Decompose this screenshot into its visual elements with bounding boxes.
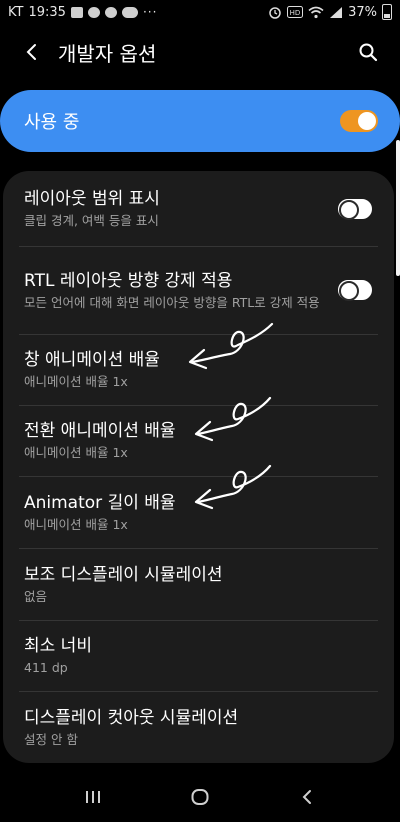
- setting-title: 창 애니메이션 배율: [24, 350, 160, 370]
- page-title: 개발자 옵션: [58, 41, 157, 66]
- master-switch-label: 사용 중: [24, 112, 80, 133]
- setting-subtitle: 411 dp: [24, 660, 68, 675]
- home-icon: [191, 789, 209, 805]
- nav-back-button[interactable]: [282, 777, 332, 817]
- news-icon: [121, 6, 138, 18]
- image-icon: [70, 6, 83, 18]
- clock: 19:35: [28, 4, 66, 20]
- navigation-bar: [0, 772, 400, 822]
- layout-bounds-toggle[interactable]: [338, 198, 372, 220]
- svg-text:HD: HD: [290, 9, 301, 17]
- setting-subtitle: 설정 안 함: [24, 731, 78, 747]
- talk-icon: [104, 6, 117, 18]
- setting-animator-duration-scale[interactable]: Animator 길이 배율 애니메이션 배율 1x: [3, 476, 394, 548]
- hd-icon: HD: [287, 6, 304, 18]
- messenger-icon: [87, 6, 100, 18]
- battery-percent: 37%: [348, 4, 377, 20]
- setting-title: 레이아웃 범위 표시: [24, 189, 160, 209]
- setting-subtitle: 없음: [24, 588, 48, 604]
- setting-title: 최소 너비: [24, 636, 92, 656]
- setting-title: RTL 레이아웃 방향 강제 적용: [24, 270, 233, 291]
- master-toggle[interactable]: [340, 110, 378, 132]
- setting-simulate-secondary-display[interactable]: 보조 디스플레이 시뮬레이션 없음: [3, 548, 394, 620]
- force-rtl-toggle[interactable]: [338, 280, 372, 301]
- battery-icon: [382, 4, 392, 20]
- setting-window-animation-scale[interactable]: 창 애니메이션 배율 애니메이션 배율 1x: [3, 334, 394, 405]
- setting-subtitle: 애니메이션 배율 1x: [24, 445, 128, 460]
- wifi-icon: [308, 6, 324, 18]
- home-button[interactable]: [175, 777, 225, 817]
- setting-subtitle: 클립 경계, 여백 등을 표시: [24, 213, 159, 228]
- settings-list: 레이아웃 범위 표시 클립 경계, 여백 등을 표시 RTL 레이아웃 방향 강…: [3, 171, 394, 763]
- signal-icon: [330, 6, 343, 18]
- search-button[interactable]: [348, 32, 388, 72]
- setting-title: 전환 애니메이션 배율: [24, 421, 176, 441]
- setting-smallest-width[interactable]: 최소 너비 411 dp: [3, 620, 394, 691]
- setting-title: Animator 길이 배율: [24, 492, 176, 513]
- app-bar: 개발자 옵션: [0, 24, 400, 80]
- search-icon: [359, 43, 378, 62]
- recents-button[interactable]: [68, 777, 118, 817]
- master-switch-bar[interactable]: 사용 중: [0, 90, 400, 152]
- setting-force-rtl[interactable]: RTL 레이아웃 방향 강제 적용 모든 언어에 대해 화면 레이아웃 방향을 …: [3, 246, 394, 334]
- setting-title: 디스플레이 컷아웃 시뮬레이션: [24, 707, 239, 728]
- nav-back-icon: [302, 790, 311, 804]
- back-button[interactable]: [8, 24, 56, 80]
- setting-subtitle: 애니메이션 배율 1x: [24, 516, 128, 532]
- back-arrow-icon: [26, 44, 36, 60]
- setting-transition-animation-scale[interactable]: 전환 애니메이션 배율 애니메이션 배율 1x: [3, 405, 394, 476]
- alarm-icon: [269, 7, 281, 19]
- setting-simulate-display-cutout[interactable]: 디스플레이 컷아웃 시뮬레이션 설정 안 함: [3, 691, 394, 763]
- carrier-label: KT: [8, 4, 24, 20]
- setting-subtitle: 모든 언어에 대해 화면 레이아웃 방향을 RTL로 강제 적용: [24, 294, 320, 310]
- setting-subtitle: 애니메이션 배율 1x: [24, 374, 128, 389]
- setting-title: 보조 디스플레이 시뮬레이션: [24, 564, 223, 585]
- recents-icon: [86, 791, 101, 803]
- setting-show-layout-bounds[interactable]: 레이아웃 범위 표시 클립 경계, 여백 등을 표시: [3, 171, 394, 246]
- scrollbar[interactable]: [396, 140, 400, 276]
- status-bar: KT 19:35 ··· HD 37%: [0, 0, 400, 24]
- more-notifications-icon: ···: [142, 5, 158, 19]
